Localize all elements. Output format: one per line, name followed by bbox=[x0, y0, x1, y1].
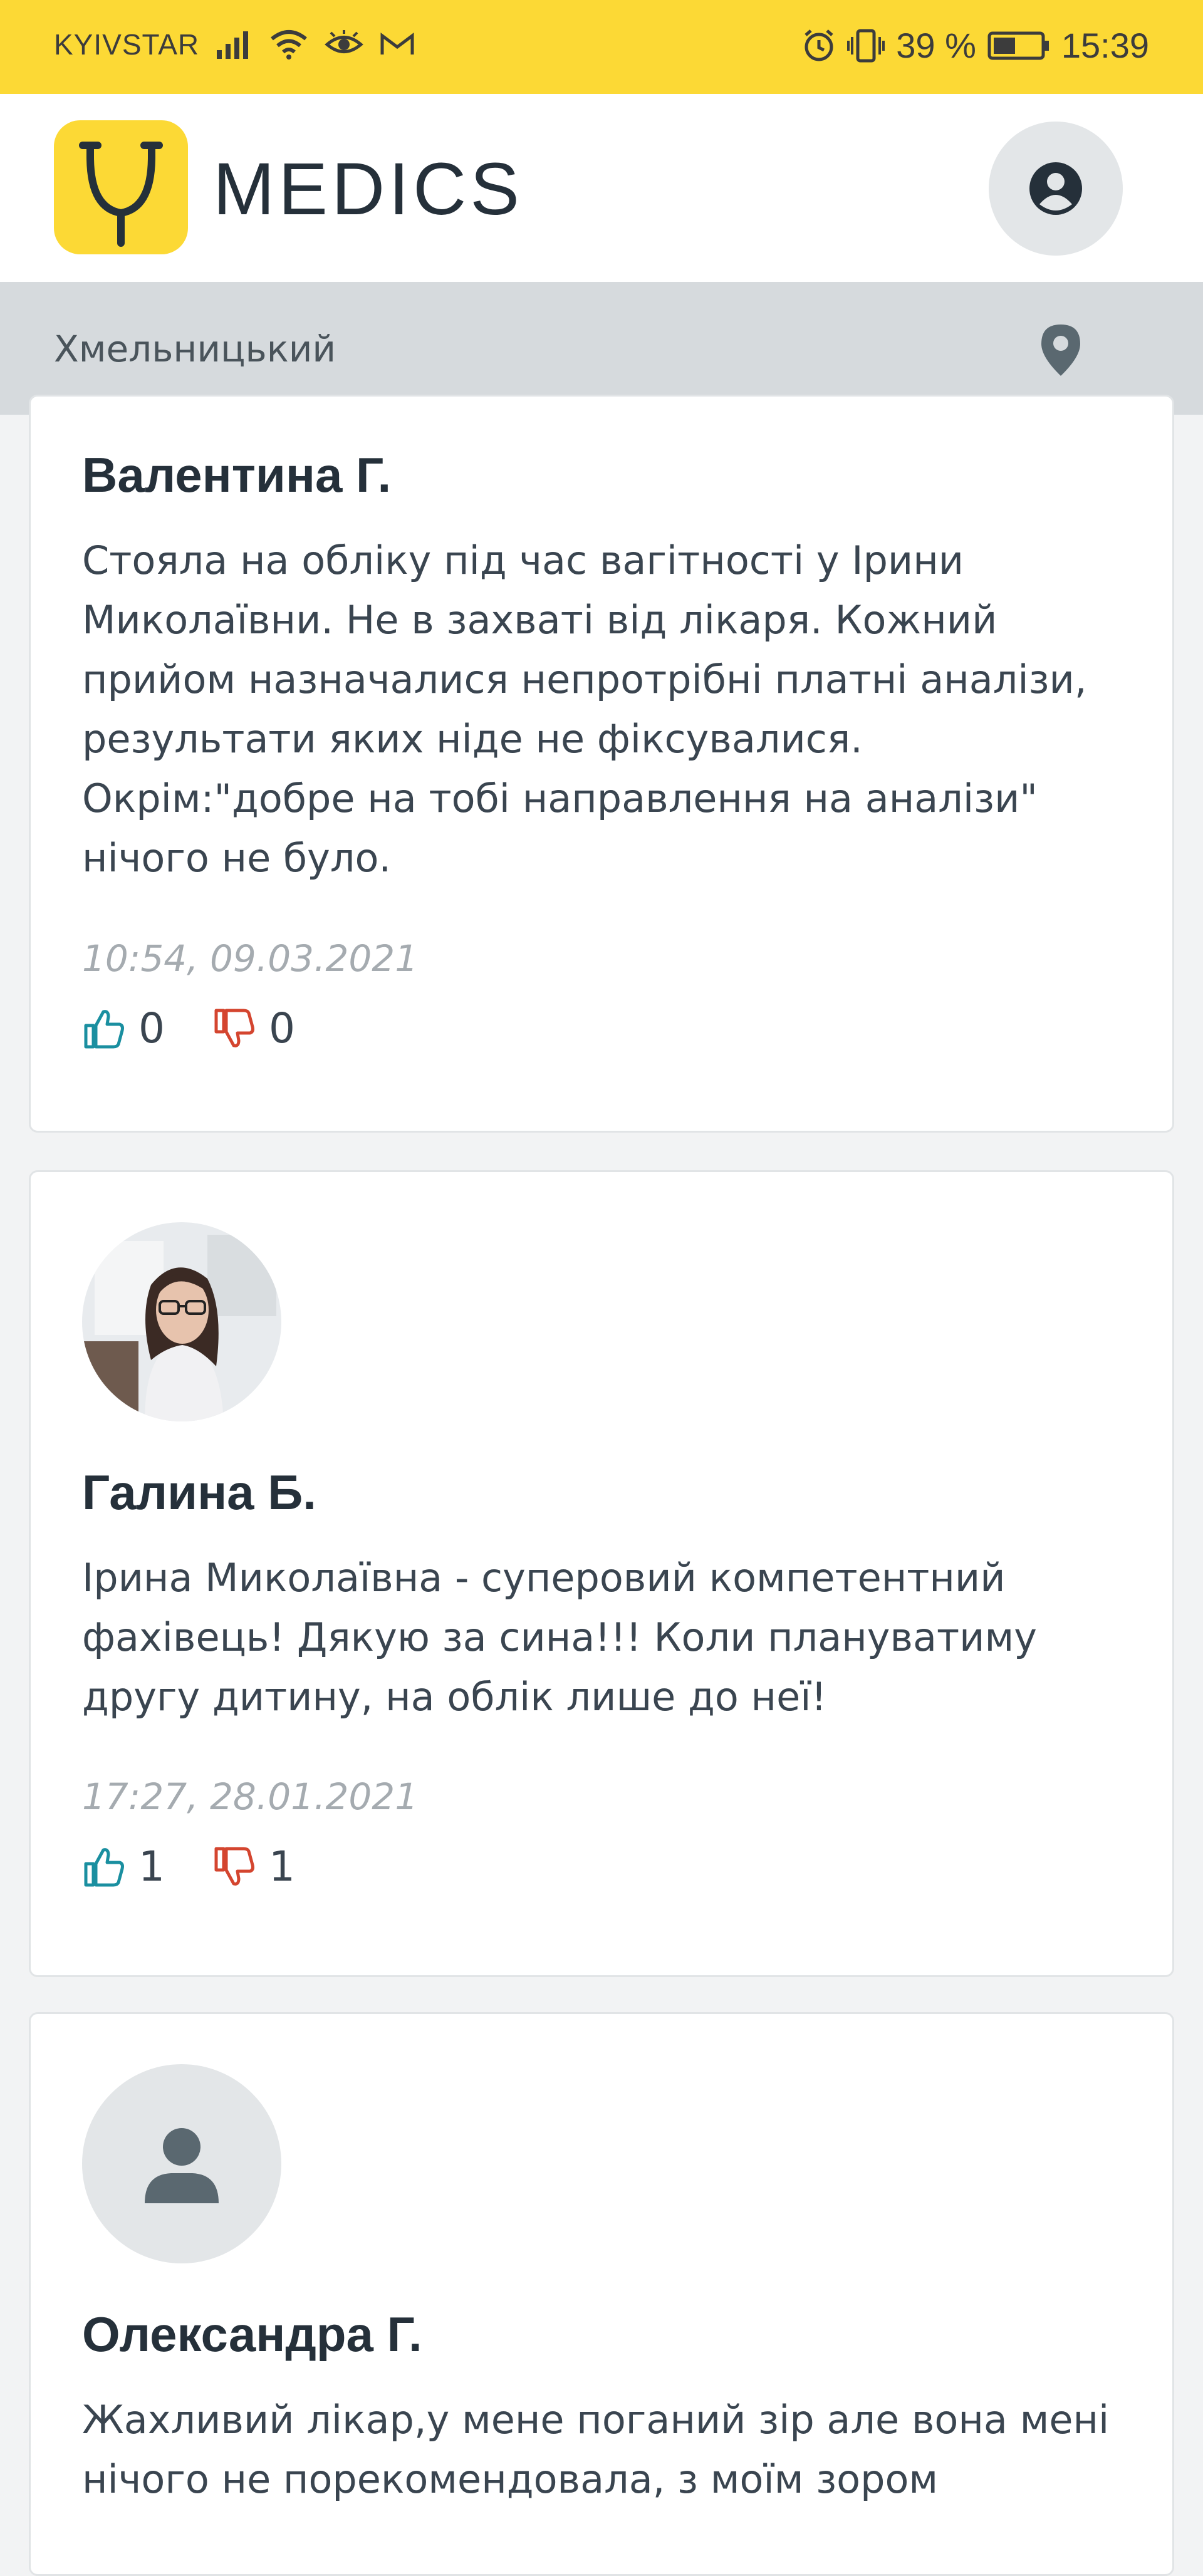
review-card: Галина Б. Ірина Миколаївна - суперовий к… bbox=[29, 1170, 1174, 1977]
review-author: Валентина Г. bbox=[82, 447, 392, 502]
like-button[interactable]: 0 bbox=[82, 1004, 165, 1052]
app-header: MEDICS bbox=[0, 94, 1203, 282]
review-card: Олександра Г. Жахливий лікар,у мене пога… bbox=[29, 2012, 1174, 2576]
review-author: Олександра Г. bbox=[82, 2307, 422, 2362]
review-votes: 0 0 bbox=[82, 1004, 343, 1052]
dislike-button[interactable]: 1 bbox=[212, 1842, 295, 1891]
battery-icon bbox=[987, 30, 1050, 61]
thumbs-up-icon bbox=[84, 1847, 124, 1886]
status-bar: KYIVSTAR 39 % 15:39 bbox=[0, 0, 1203, 94]
location-pin-icon[interactable] bbox=[1040, 323, 1081, 380]
review-date: 17:27, 28.01.2021 bbox=[82, 1775, 419, 1818]
vibrate-icon bbox=[847, 28, 885, 63]
carrier-label: KYIVSTAR bbox=[54, 28, 200, 61]
dislike-count: 1 bbox=[269, 1842, 295, 1891]
battery-percent: 39 % bbox=[896, 26, 976, 65]
avatar-placeholder bbox=[82, 2064, 281, 2263]
avatar bbox=[82, 1222, 281, 1421]
review-date: 10:54, 09.03.2021 bbox=[82, 937, 419, 980]
eye-icon bbox=[325, 30, 363, 59]
user-icon bbox=[1029, 162, 1082, 215]
logo-icon[interactable] bbox=[54, 120, 188, 254]
mail-icon bbox=[380, 32, 415, 57]
thumbs-down-icon bbox=[214, 1009, 254, 1047]
review-text: Ірина Миколаївна - суперовий компетентни… bbox=[82, 1555, 1037, 1720]
app-name[interactable]: MEDICS bbox=[213, 152, 523, 227]
like-count: 0 bbox=[138, 1004, 165, 1052]
wifi-icon bbox=[269, 29, 308, 60]
review-card: Валентина Г. Стояла на обліку під час ва… bbox=[29, 395, 1174, 1133]
review-votes: 1 1 bbox=[82, 1842, 343, 1891]
dislike-count: 0 bbox=[269, 1004, 295, 1052]
city-label: Хмельницький bbox=[54, 328, 336, 370]
dislike-button[interactable]: 0 bbox=[212, 1004, 295, 1052]
thumbs-up-icon bbox=[84, 1009, 124, 1048]
signal-icon bbox=[216, 30, 253, 59]
account-button[interactable] bbox=[989, 122, 1123, 256]
thumbs-down-icon bbox=[214, 1847, 254, 1886]
review-text: Стояла на обліку під час вагітності у Ір… bbox=[82, 538, 1087, 881]
alarm-icon bbox=[802, 29, 836, 63]
like-count: 1 bbox=[138, 1842, 165, 1891]
review-author: Галина Б. bbox=[82, 1465, 316, 1520]
like-button[interactable]: 1 bbox=[82, 1842, 165, 1891]
user-silhouette-icon bbox=[145, 2128, 219, 2203]
review-text: Жахливий лікар,у мене поганий зір але во… bbox=[82, 2397, 1110, 2502]
clock-time: 15:39 bbox=[1061, 26, 1149, 65]
